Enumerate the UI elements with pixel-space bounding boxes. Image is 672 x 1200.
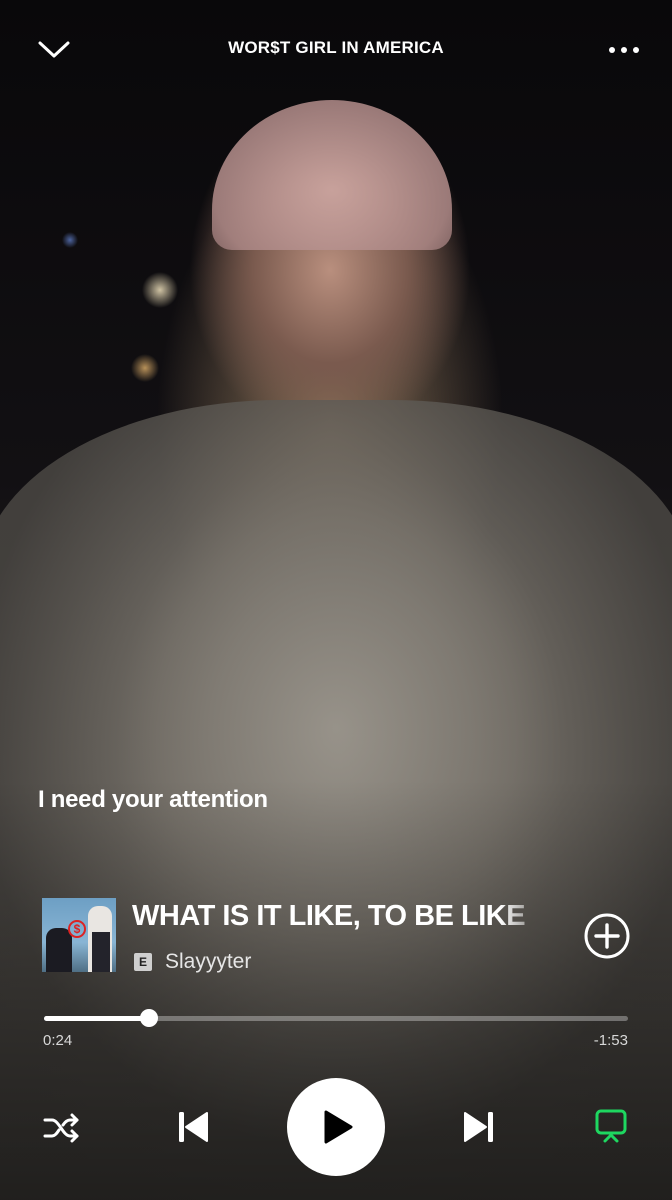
play-button[interactable]: [287, 1078, 385, 1176]
progress-thumb[interactable]: [140, 1009, 159, 1027]
explicit-badge: E: [134, 953, 152, 971]
player-header: WOR$T GIRL IN AMERICA: [0, 0, 672, 100]
play-icon: [324, 1110, 353, 1144]
dollar-sign-icon: $: [68, 920, 86, 938]
skip-next-icon: [464, 1112, 493, 1142]
background-cap-shape: [212, 100, 452, 250]
add-circle-icon: [584, 913, 630, 959]
current-lyric-line[interactable]: I need your attention: [38, 786, 268, 814]
next-button[interactable]: [452, 1100, 506, 1154]
previous-button[interactable]: [166, 1100, 220, 1154]
skip-previous-icon: [179, 1112, 208, 1142]
connect-device-button[interactable]: [586, 1100, 636, 1154]
album-art[interactable]: $: [42, 898, 116, 972]
shuffle-button[interactable]: [36, 1102, 88, 1154]
progress-fill: [44, 1016, 150, 1021]
track-meta: E Slayyyter: [134, 950, 251, 974]
album-art-figure-right-shade: [92, 932, 110, 972]
shuffle-icon: [43, 1113, 79, 1143]
artist-name[interactable]: Slayyyter: [165, 950, 251, 974]
more-options-icon: [609, 47, 639, 53]
add-to-library-button[interactable]: [583, 912, 631, 960]
progress-bar[interactable]: [44, 1009, 628, 1027]
connect-device-icon: [595, 1109, 627, 1143]
context-title: WOR$T GIRL IN AMERICA: [228, 38, 444, 57]
elapsed-time: 0:24: [43, 1032, 73, 1049]
album-art-figure-left: [46, 928, 72, 972]
more-options-button[interactable]: [600, 26, 648, 74]
remaining-time: -1:53: [593, 1032, 628, 1049]
track-title[interactable]: WHAT IS IT LIKE, TO BE LIKE: [132, 900, 550, 933]
